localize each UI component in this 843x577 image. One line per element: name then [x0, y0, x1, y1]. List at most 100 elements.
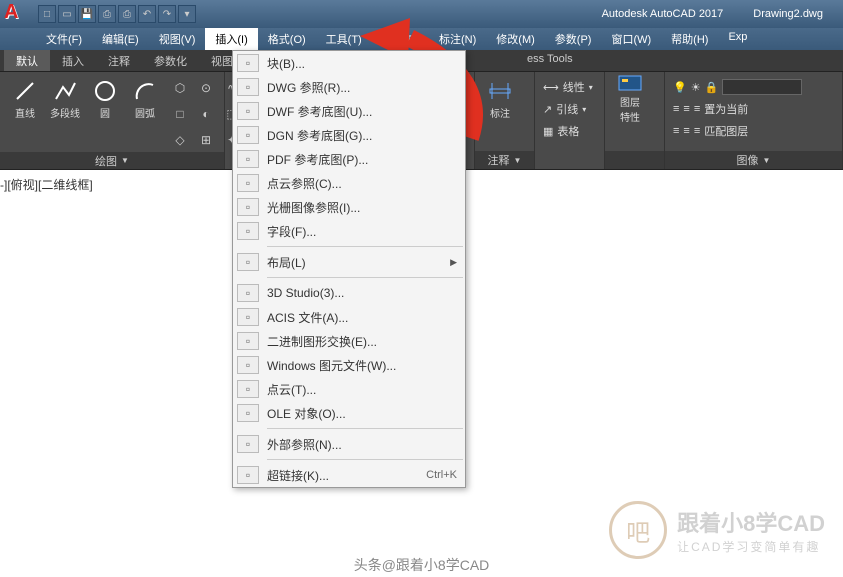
linear-tool[interactable]: ⟷线性▾ [543, 76, 593, 98]
menu-标注[interactable]: 标注(N) [429, 28, 486, 50]
small-tool[interactable]: ◐ [194, 102, 218, 126]
watermark: 吧 跟着小8学CAD 让CAD学习变简单有趣 [609, 501, 825, 559]
draw-panel: 直线多段线圆圆弧⬡⊙∿□◐⬚◇⊞✦ 绘图▼ [0, 72, 225, 169]
tab-express[interactable]: ess Tools [515, 50, 585, 71]
set-current-tool[interactable]: ≡≡≡置为当前 [673, 98, 748, 120]
menu-item-点云[interactable]: ▫点云(T)... [233, 377, 465, 401]
menu-item-icon: ▫ [237, 356, 259, 374]
menu-文件[interactable]: 文件(F) [36, 28, 92, 50]
qat-new-icon[interactable]: □ [38, 5, 56, 23]
sun-icon: ☀ [691, 81, 701, 94]
menu-item-icon: ▫ [237, 435, 259, 453]
menu-插入[interactable]: 插入(I) [205, 28, 257, 50]
menu-item-icon: ▫ [237, 78, 259, 96]
insert-menu-dropdown: ▫块(B)...▫DWG 参照(R)...▫DWF 参考底图(U)...▫DGN… [232, 50, 466, 488]
menu-item-icon: ▫ [237, 284, 259, 302]
menu-item-icon: ▫ [237, 198, 259, 216]
menu-Exp[interactable]: Exp [718, 28, 757, 50]
dimension-tool[interactable]: 标注 [483, 76, 517, 120]
menu-修改[interactable]: 修改(M) [486, 28, 545, 50]
menu-item-icon: ▫ [237, 222, 259, 240]
menu-格式[interactable]: 格式(O) [258, 28, 316, 50]
layer-panel: 图层 特性 图像 [605, 72, 665, 169]
menu-绘图[interactable]: 绘图(D) [372, 28, 429, 50]
menu-item-icon: ▫ [237, 150, 259, 168]
menu-item-DWF 参考底图[interactable]: ▫DWF 参考底图(U)... [233, 99, 465, 123]
separator [267, 246, 463, 247]
lock-icon: 🔒 [705, 81, 719, 94]
menu-视图[interactable]: 视图(V) [149, 28, 206, 50]
tool-多段线[interactable]: 多段线 [48, 76, 82, 120]
match-layer-tool[interactable]: ≡≡≡匹配图层 [673, 120, 748, 142]
menu-编辑[interactable]: 编辑(E) [92, 28, 149, 50]
qat-open-icon[interactable]: ▭ [58, 5, 76, 23]
menu-工具[interactable]: 工具(T) [316, 28, 372, 50]
qat-save-icon[interactable]: 💾 [78, 5, 96, 23]
tool-圆弧[interactable]: 圆弧 [128, 76, 162, 120]
panel-title: 图像 [737, 152, 759, 168]
menu-item-PDF 参考底图[interactable]: ▫PDF 参考底图(P)... [233, 147, 465, 171]
menu-item-外部参照[interactable]: ▫外部参照(N)... [233, 432, 465, 456]
qat-redo-icon[interactable]: ↷ [158, 5, 176, 23]
chevron-down-icon[interactable]: ▼ [514, 156, 522, 165]
panel-title: 注释 [488, 152, 510, 168]
small-tool[interactable]: □ [168, 102, 192, 126]
annotation-sub-panel: ⟷线性▾ ↗引线▾ ▦表格 [535, 72, 605, 169]
small-tool[interactable]: ⊙ [194, 76, 218, 100]
view-label[interactable]: -][俯视][二维线框] [0, 176, 93, 193]
watermark-logo-icon: 吧 [609, 501, 667, 559]
menu-bar: 文件(F)编辑(E)视图(V)插入(I)格式(O)工具(T)绘图(D)标注(N)… [0, 28, 843, 50]
small-tool[interactable]: ◇ [168, 128, 192, 152]
menu-item-二进制图形交换[interactable]: ▫二进制图形交换(E)... [233, 329, 465, 353]
tool-圆[interactable]: 圆 [88, 76, 122, 120]
menu-item-3D Studio[interactable]: ▫3D Studio(3)... [233, 281, 465, 305]
tab-参数化[interactable]: 参数化 [142, 50, 199, 71]
menu-item-icon: ▫ [237, 54, 259, 72]
qat-more-icon[interactable]: ▾ [178, 5, 196, 23]
menu-item-icon: ▫ [237, 308, 259, 326]
menu-item-DGN 参考底图[interactable]: ▫DGN 参考底图(G)... [233, 123, 465, 147]
small-tool[interactable]: ⬡ [168, 76, 192, 100]
tool-直线[interactable]: 直线 [8, 76, 42, 120]
menu-item-ACIS 文件[interactable]: ▫ACIS 文件(A)... [233, 305, 465, 329]
menu-item-icon: ▫ [237, 332, 259, 350]
menu-item-DWG 参照[interactable]: ▫DWG 参照(R)... [233, 75, 465, 99]
menu-item-icon: ▫ [237, 102, 259, 120]
tab-插入[interactable]: 插入 [50, 50, 96, 71]
menu-item-OLE 对象[interactable]: ▫OLE 对象(O)... [233, 401, 465, 425]
menu-窗口[interactable]: 窗口(W) [601, 28, 661, 50]
table-tool[interactable]: ▦表格 [543, 120, 579, 142]
layer-props-tool[interactable]: 图层 特性 [613, 76, 647, 120]
menu-item-Windows 图元文件[interactable]: ▫Windows 图元文件(W)... [233, 353, 465, 377]
small-tool[interactable]: ⊞ [194, 128, 218, 152]
tab-默认[interactable]: 默认 [4, 50, 50, 71]
separator [267, 428, 463, 429]
menu-item-布局[interactable]: ▫布局(L)▶ [233, 250, 465, 274]
menu-item-超链接[interactable]: ▫超链接(K)...Ctrl+K [233, 463, 465, 487]
menu-item-块[interactable]: ▫块(B)... [233, 51, 465, 75]
app-title: Autodesk AutoCAD 2017 [602, 8, 724, 20]
separator [267, 459, 463, 460]
leader-tool[interactable]: ↗引线▾ [543, 98, 586, 120]
title-bar: A □ ▭ 💾 ⎙ ⎙ ↶ ↷ ▾ Autodesk AutoCAD 2017 … [0, 0, 843, 28]
chevron-down-icon[interactable]: ▼ [763, 156, 771, 165]
panel-title: 绘图 [95, 153, 117, 169]
layer-controls-panel: 💡☀🔒 ≡≡≡置为当前 ≡≡≡匹配图层 图像▼ [665, 72, 843, 169]
annotation-panel: 标注 注释 ▼ [475, 72, 535, 169]
app-logo[interactable]: A [4, 1, 30, 27]
chevron-down-icon[interactable]: ▼ [121, 156, 129, 165]
menu-item-icon: ▫ [237, 174, 259, 192]
menu-帮助[interactable]: 帮助(H) [661, 28, 718, 50]
menu-item-icon: ▫ [237, 126, 259, 144]
menu-item-光栅图像参照[interactable]: ▫光栅图像参照(I)... [233, 195, 465, 219]
tab-注释[interactable]: 注释 [96, 50, 142, 71]
menu-参数[interactable]: 参数(P) [545, 28, 602, 50]
layer-state-row[interactable]: 💡☀🔒 [673, 76, 802, 98]
qat-saveas-icon[interactable]: ⎙ [98, 5, 116, 23]
menu-item-字段[interactable]: ▫字段(F)... [233, 219, 465, 243]
menu-item-点云参照[interactable]: ▫点云参照(C)... [233, 171, 465, 195]
qat-undo-icon[interactable]: ↶ [138, 5, 156, 23]
separator [267, 277, 463, 278]
menu-item-icon: ▫ [237, 253, 259, 271]
qat-print-icon[interactable]: ⎙ [118, 5, 136, 23]
